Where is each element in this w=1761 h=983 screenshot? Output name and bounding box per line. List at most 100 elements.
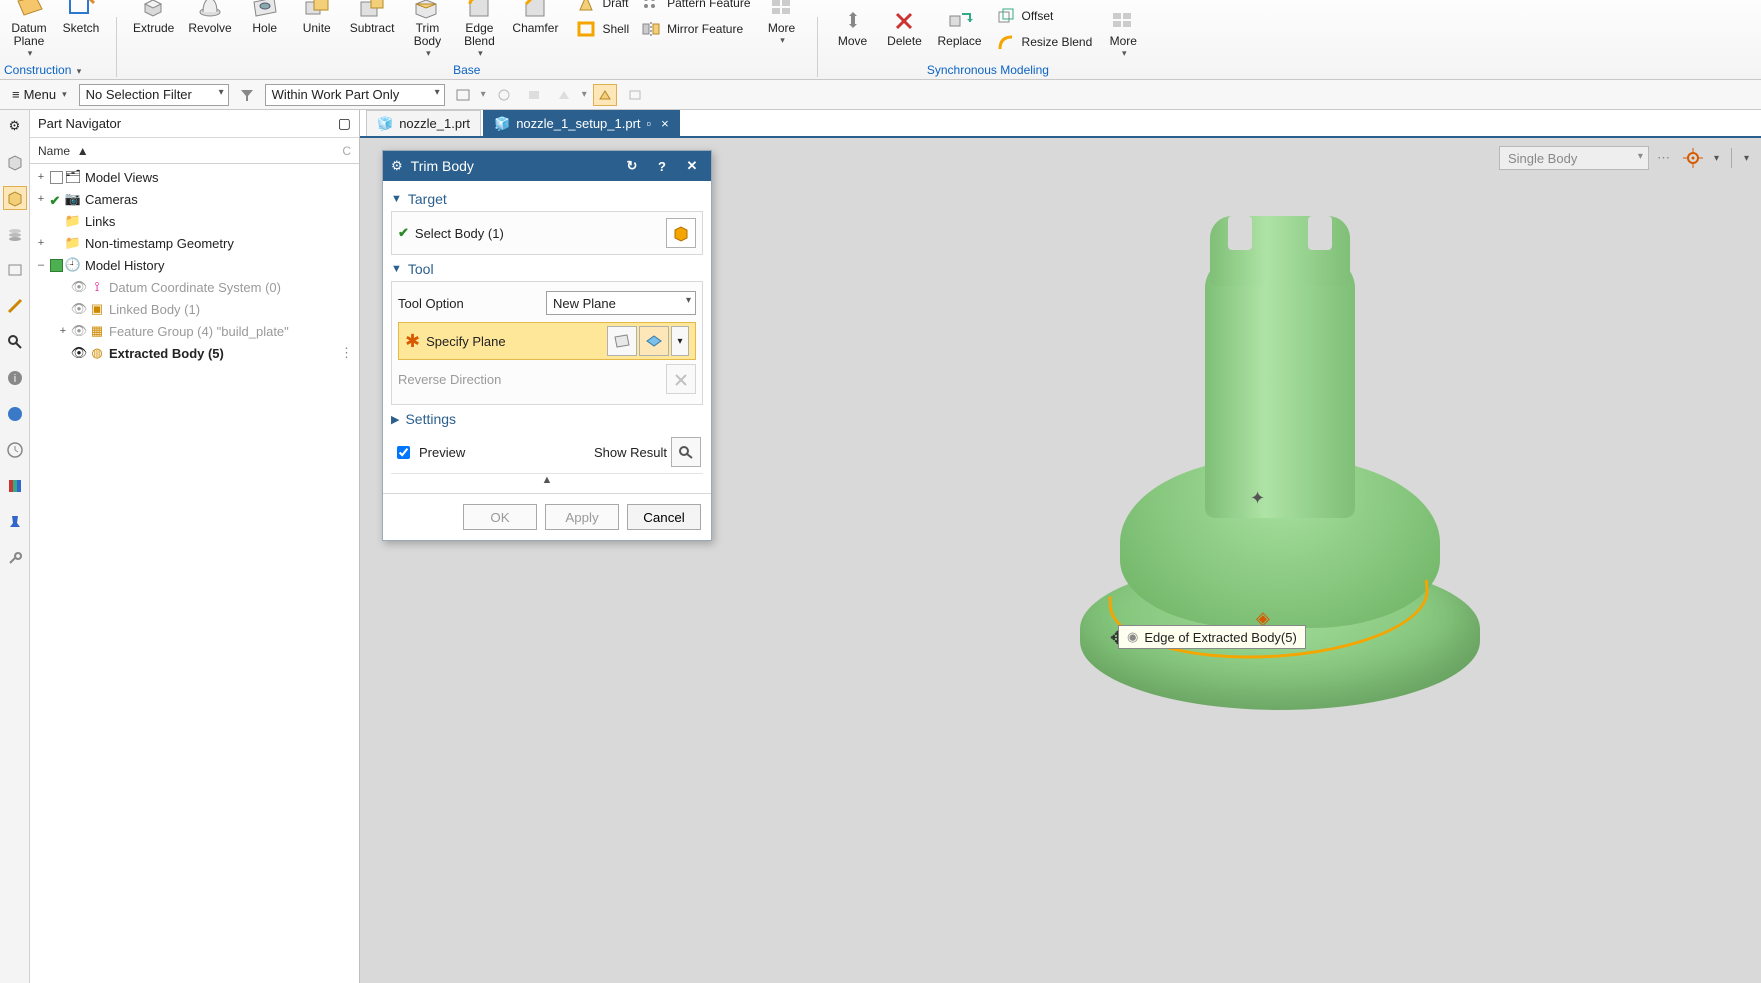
filter-icon-button[interactable] [235, 84, 259, 106]
hole-button[interactable]: Hole [240, 0, 290, 61]
toolbar-button-1[interactable] [451, 84, 475, 106]
tree-node-model-views[interactable]: +🗂Model Views [30, 166, 359, 188]
close-icon[interactable]: × [661, 116, 669, 131]
section-settings[interactable]: ▶Settings [391, 405, 703, 431]
tree-node-history[interactable]: –🕘Model History [30, 254, 359, 276]
section-target[interactable]: ▼Target [391, 185, 703, 211]
tree-node-datum-cs[interactable]: 👁⟟Datum Coordinate System (0) [30, 276, 359, 298]
edge-blend-label: EdgeBlend [464, 22, 495, 48]
inferred-plane-button[interactable] [639, 326, 669, 356]
offset-button[interactable]: Offset [990, 3, 1097, 29]
toolbar-button-3[interactable] [522, 84, 546, 106]
rail-palette-icon[interactable] [3, 474, 27, 498]
toolbar-button-5[interactable] [623, 84, 647, 106]
tree-node-links[interactable]: 📁Links [30, 210, 359, 232]
magnifier-icon [678, 445, 694, 459]
rail-info-icon[interactable]: i [3, 366, 27, 390]
folder-icon: 📁 [64, 235, 82, 251]
more-dots-icon[interactable]: ⋯ [1657, 150, 1672, 166]
rail-clock-icon[interactable] [3, 438, 27, 462]
selection-filter-combo[interactable]: No Selection Filter [79, 84, 229, 106]
chamfer-button[interactable]: Chamfer [506, 0, 564, 61]
plane-method-dropdown[interactable]: ▾ [671, 326, 689, 356]
sketch-button[interactable]: Sketch [56, 0, 106, 61]
rail-active-icon[interactable] [3, 186, 27, 210]
resize-blend-button[interactable]: Resize Blend [990, 29, 1097, 55]
select-body-button[interactable] [666, 218, 696, 248]
draft-button[interactable]: Draft [570, 0, 633, 16]
rail-search-icon[interactable] [3, 330, 27, 354]
chevron-down-icon: ▾ [1122, 48, 1127, 59]
chevron-down-icon: ▾ [77, 66, 82, 76]
selection-scope-combo[interactable]: Within Work Part Only [265, 84, 445, 106]
subtract-button[interactable]: Subtract [344, 0, 401, 61]
reverse-icon [672, 371, 690, 387]
toolbar-button-4[interactable] [552, 84, 576, 106]
dialog-collapse-grip[interactable]: ▲ [391, 473, 703, 485]
rail-cube-icon[interactable] [3, 150, 27, 174]
tab-nozzle-1[interactable]: 🧊nozzle_1.prt [366, 110, 481, 136]
move-label: Move [838, 35, 867, 48]
datum-plane-button[interactable]: DatumPlane ▾ [4, 0, 54, 61]
chevron-down-icon: ▼ [391, 193, 402, 205]
edge-blend-button[interactable]: EdgeBlend▾ [454, 0, 504, 61]
tree-node-linked-body[interactable]: 👁▣Linked Body (1) [30, 298, 359, 320]
tree-node-feature-group[interactable]: +👁▦Feature Group (4) "build_plate" [30, 320, 359, 342]
sketch-label: Sketch [63, 22, 100, 35]
help-icon[interactable]: ? [651, 155, 673, 177]
unite-button[interactable]: Unite [292, 0, 342, 61]
construction-group-label[interactable]: Construction ▾ [4, 61, 81, 77]
pattern-button[interactable]: Pattern Feature [635, 0, 754, 16]
section-tool[interactable]: ▼Tool [391, 255, 703, 281]
part-icon: 🧊 [494, 116, 510, 132]
move-button[interactable]: Move [828, 3, 878, 61]
toolbar-button-2[interactable] [492, 84, 516, 106]
viewport-top-controls: Single Body ⋯ ▾ ▾ [1499, 146, 1749, 170]
rail-pin-icon[interactable] [3, 510, 27, 534]
preview-checkbox-input[interactable] [397, 446, 410, 459]
chevron-down-icon[interactable]: ▾ [481, 89, 486, 100]
mirror-button[interactable]: Mirror Feature [635, 16, 754, 42]
tool-option-combo[interactable]: New Plane [546, 291, 696, 315]
chevron-down-icon[interactable]: ▾ [582, 89, 587, 100]
rail-settings-icon[interactable]: ⚙ [3, 114, 27, 138]
rail-tools-icon[interactable] [3, 546, 27, 570]
more-base-button[interactable]: More▾ [757, 0, 807, 61]
plane-dialog-button[interactable] [607, 326, 637, 356]
body-filter-value: Single Body [1508, 151, 1577, 166]
cancel-button[interactable]: Cancel [627, 504, 701, 530]
show-result-button[interactable] [671, 437, 701, 467]
rail-measure-icon[interactable] [3, 294, 27, 318]
menu-button[interactable]: ≡ Menu ▾ [6, 85, 73, 104]
close-icon[interactable]: ✕ [681, 155, 703, 177]
nav-column-header[interactable]: Name ▲ C [30, 138, 359, 164]
rail-box-icon[interactable] [3, 258, 27, 282]
snap-point-button[interactable] [1680, 146, 1706, 170]
quick-toolbar: ≡ Menu ▾ No Selection Filter Within Work… [0, 80, 1761, 110]
show-result-label: Show Result [594, 445, 667, 460]
tab-nozzle-setup[interactable]: 🧊nozzle_1_setup_1.prt▫× [483, 110, 680, 136]
tree-node-extracted-body[interactable]: 👁◍Extracted Body (5)⋮ [30, 342, 359, 364]
body-filter-combo[interactable]: Single Body [1499, 146, 1649, 170]
more-sync-button[interactable]: More▾ [1098, 3, 1148, 61]
toolbar-button-highlight[interactable] [593, 84, 617, 106]
delete-button[interactable]: Delete [880, 3, 930, 61]
chevron-right-icon: ▶ [391, 413, 399, 426]
rail-layers-icon[interactable] [3, 222, 27, 246]
dialog-titlebar[interactable]: ⚙ Trim Body ↻ ? ✕ [383, 151, 711, 181]
reset-icon[interactable]: ↻ [621, 155, 643, 177]
pin-icon[interactable]: ▢ [338, 115, 351, 132]
replace-button[interactable]: Replace [932, 3, 988, 61]
tree-node-cameras[interactable]: +✔📷Cameras [30, 188, 359, 210]
chevron-down-icon[interactable]: ▾ [1744, 153, 1749, 164]
revolve-button[interactable]: Revolve [182, 0, 237, 61]
preview-checkbox[interactable]: Preview [393, 443, 465, 462]
extrude-button[interactable]: Extrude [127, 0, 180, 61]
rail-globe-icon[interactable] [3, 402, 27, 426]
shell-button[interactable]: Shell [570, 16, 633, 42]
draft-icon [574, 0, 598, 14]
tree-node-non-ts[interactable]: +📁Non-timestamp Geometry [30, 232, 359, 254]
trim-body-button[interactable]: TrimBody▾ [402, 0, 452, 61]
graphics-viewport[interactable]: ⚙ Trim Body ↻ ? ✕ ▼Target ✔Select Body (… [360, 138, 1761, 983]
chevron-down-icon[interactable]: ▾ [1714, 153, 1719, 164]
